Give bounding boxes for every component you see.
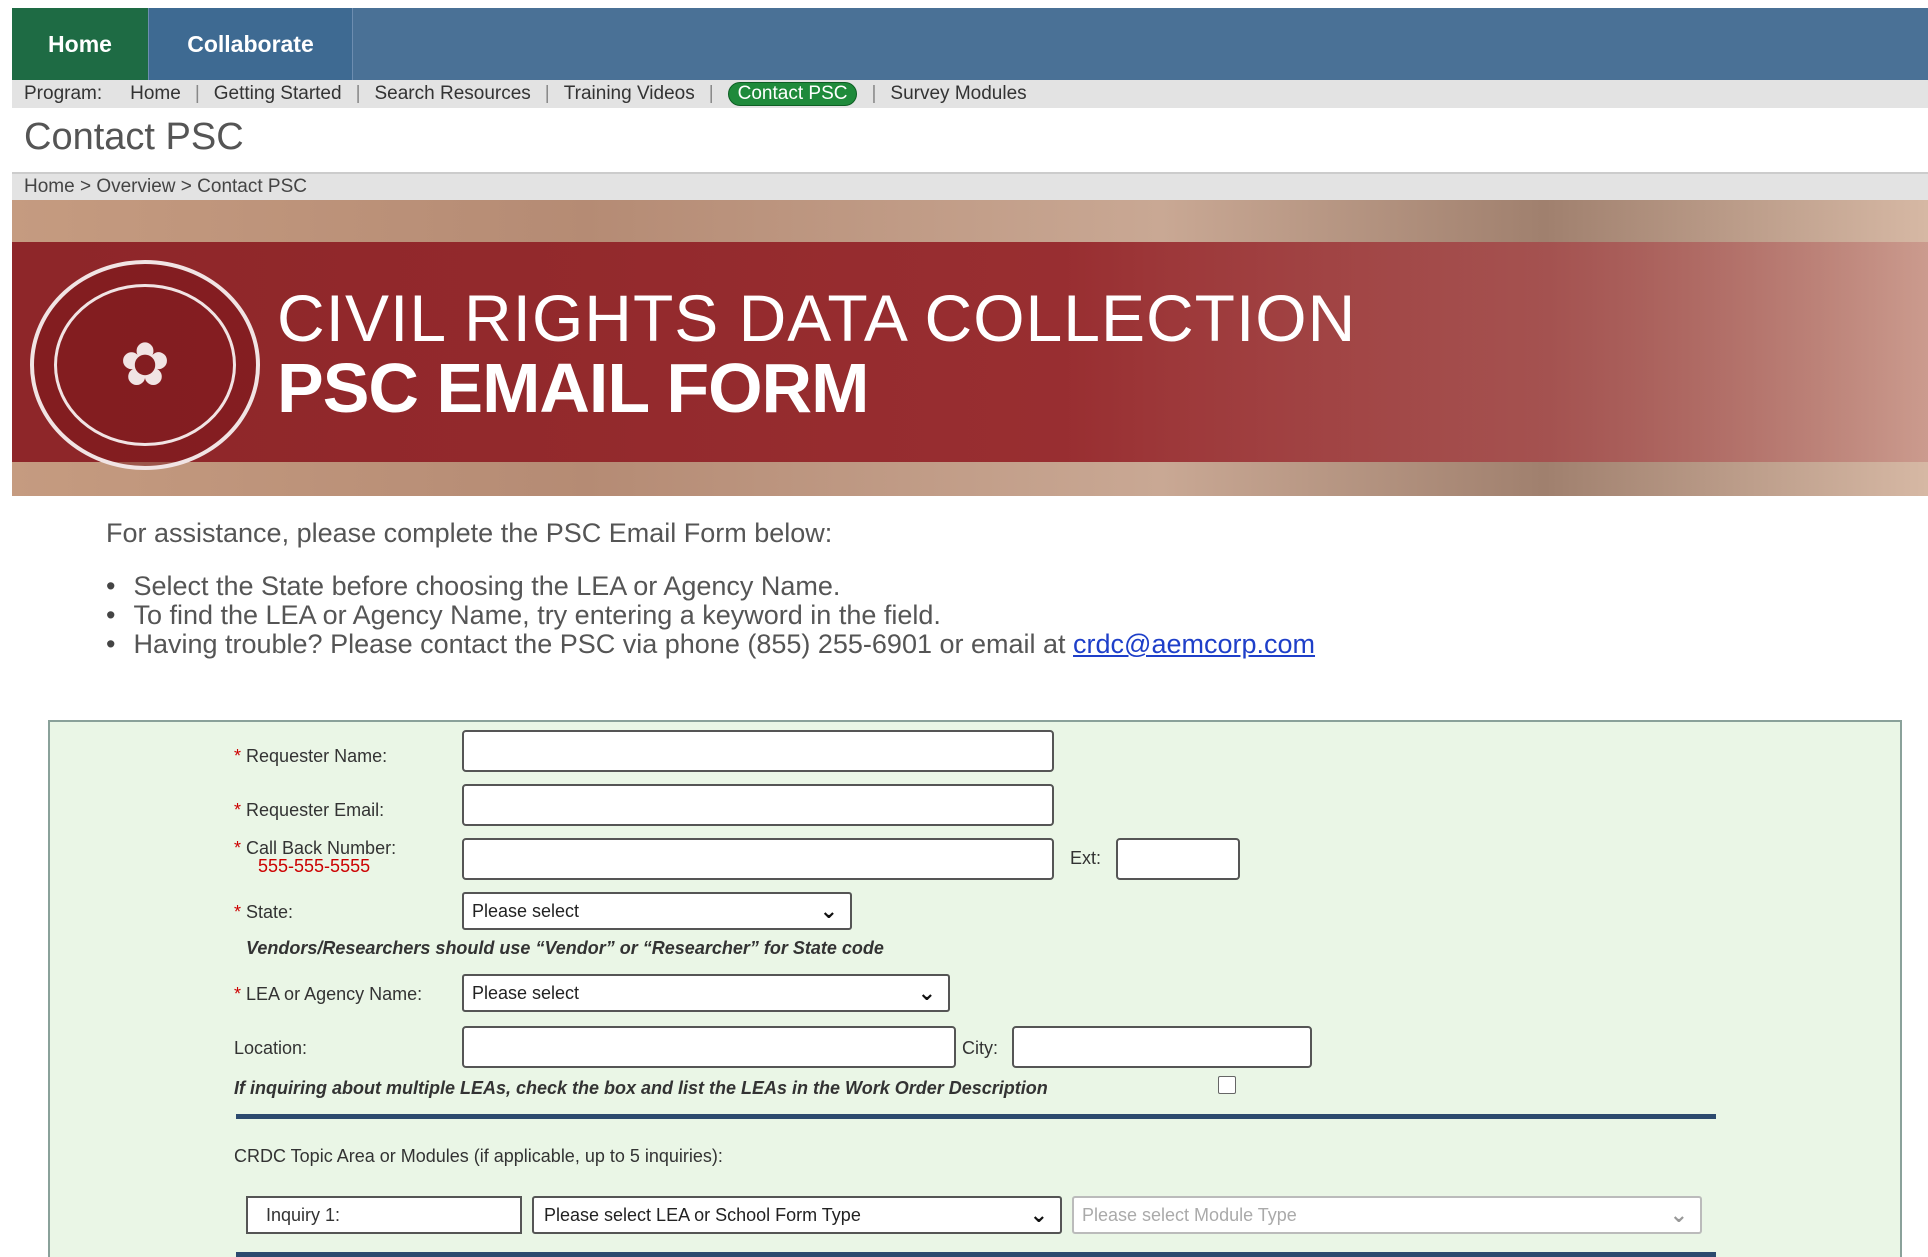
location-input[interactable] (462, 1026, 956, 1068)
program-item-home[interactable]: Home (130, 80, 181, 108)
program-label: Program: (24, 83, 103, 104)
menu-separator: | (544, 83, 550, 104)
tab-home[interactable]: Home (12, 8, 148, 80)
program-menu: Program: Home | Getting Started | Search Reso… (12, 80, 1928, 108)
topic-label: CRDC Topic Area or Modules (if applicabl… (234, 1146, 723, 1166)
chevron-down-icon: ⌄ (819, 898, 838, 923)
divider (236, 1252, 1716, 1257)
intro-text: For assistance, please complete the PSC … (106, 518, 833, 548)
requester-name-label: * Requester Name: (234, 746, 388, 766)
menu-separator: | (194, 83, 200, 104)
module-type-select[interactable]: Please select Module Type ⌄ (1072, 1196, 1702, 1234)
state-label: * State: (234, 902, 294, 922)
list-item: To find the LEA or Agency Name, try ente… (106, 601, 1315, 630)
requester-email-label: * Requester Email: (234, 800, 385, 820)
program-item-training-videos[interactable]: Training Videos (564, 80, 695, 108)
banner-subtitle: PSC EMAIL FORM (277, 349, 869, 427)
menu-separator: | (355, 83, 361, 104)
menu-separator: | (708, 83, 714, 104)
call-back-input[interactable] (462, 838, 1054, 880)
menu-separator: | (871, 83, 877, 104)
banner-title: CIVIL RIGHTS DATA COLLECTION (277, 281, 1357, 355)
tab-collaborate[interactable]: Collaborate (148, 8, 353, 80)
phone-format-hint: 555-555-5555 (258, 856, 371, 876)
email-link[interactable]: crdc@aemcorp.com (1073, 629, 1315, 659)
form-type-select[interactable]: Please select LEA or School Form Type ⌄ (532, 1196, 1062, 1234)
multi-lea-note: If inquiring about multiple LEAs, check … (234, 1078, 1048, 1098)
vendor-note: Vendors/Researchers should use “Vendor” … (246, 938, 884, 958)
program-item-contact-psc[interactable]: Contact PSC (727, 82, 858, 106)
department-seal-icon: ✿ (30, 260, 260, 470)
list-item: Select the State before choosing the LEA… (106, 572, 1315, 601)
ext-label: Ext: (1070, 848, 1102, 868)
top-nav: Home Collaborate (12, 8, 1928, 80)
breadcrumb: Home > Overview > Contact PSC (12, 172, 1928, 200)
inquiry-1-label: Inquiry 1: (246, 1196, 522, 1234)
banner: ✿ CIVIL RIGHTS DATA COLLECTION PSC EMAIL… (12, 200, 1928, 496)
requester-name-input[interactable] (462, 730, 1054, 772)
lea-label: * LEA or Agency Name: (234, 984, 423, 1004)
psc-email-form: * Requester Name: * Requester Email: * C… (48, 720, 1902, 1257)
program-item-search-resources[interactable]: Search Resources (375, 80, 531, 108)
list-item: Having trouble? Please contact the PSC v… (106, 630, 1315, 659)
program-item-getting-started[interactable]: Getting Started (214, 80, 342, 108)
ext-input[interactable] (1116, 838, 1240, 880)
location-label: Location: (234, 1038, 308, 1058)
lea-select[interactable]: Please select ⌄ (462, 974, 950, 1012)
help-text: Having trouble? Please contact the PSC v… (133, 629, 1074, 659)
multi-lea-checkbox[interactable] (1218, 1076, 1236, 1094)
city-input[interactable] (1012, 1026, 1312, 1068)
page-title: Contact PSC (24, 116, 244, 158)
instructions-list: Select the State before choosing the LEA… (106, 572, 1315, 659)
state-select[interactable]: Please select ⌄ (462, 892, 852, 930)
requester-email-input[interactable] (462, 784, 1054, 826)
chevron-down-icon: ⌄ (1669, 1202, 1688, 1227)
chevron-down-icon: ⌄ (1029, 1202, 1048, 1227)
divider (236, 1114, 1716, 1119)
program-item-survey-modules[interactable]: Survey Modules (890, 80, 1026, 108)
chevron-down-icon: ⌄ (917, 980, 936, 1005)
city-label: City: (962, 1038, 998, 1058)
